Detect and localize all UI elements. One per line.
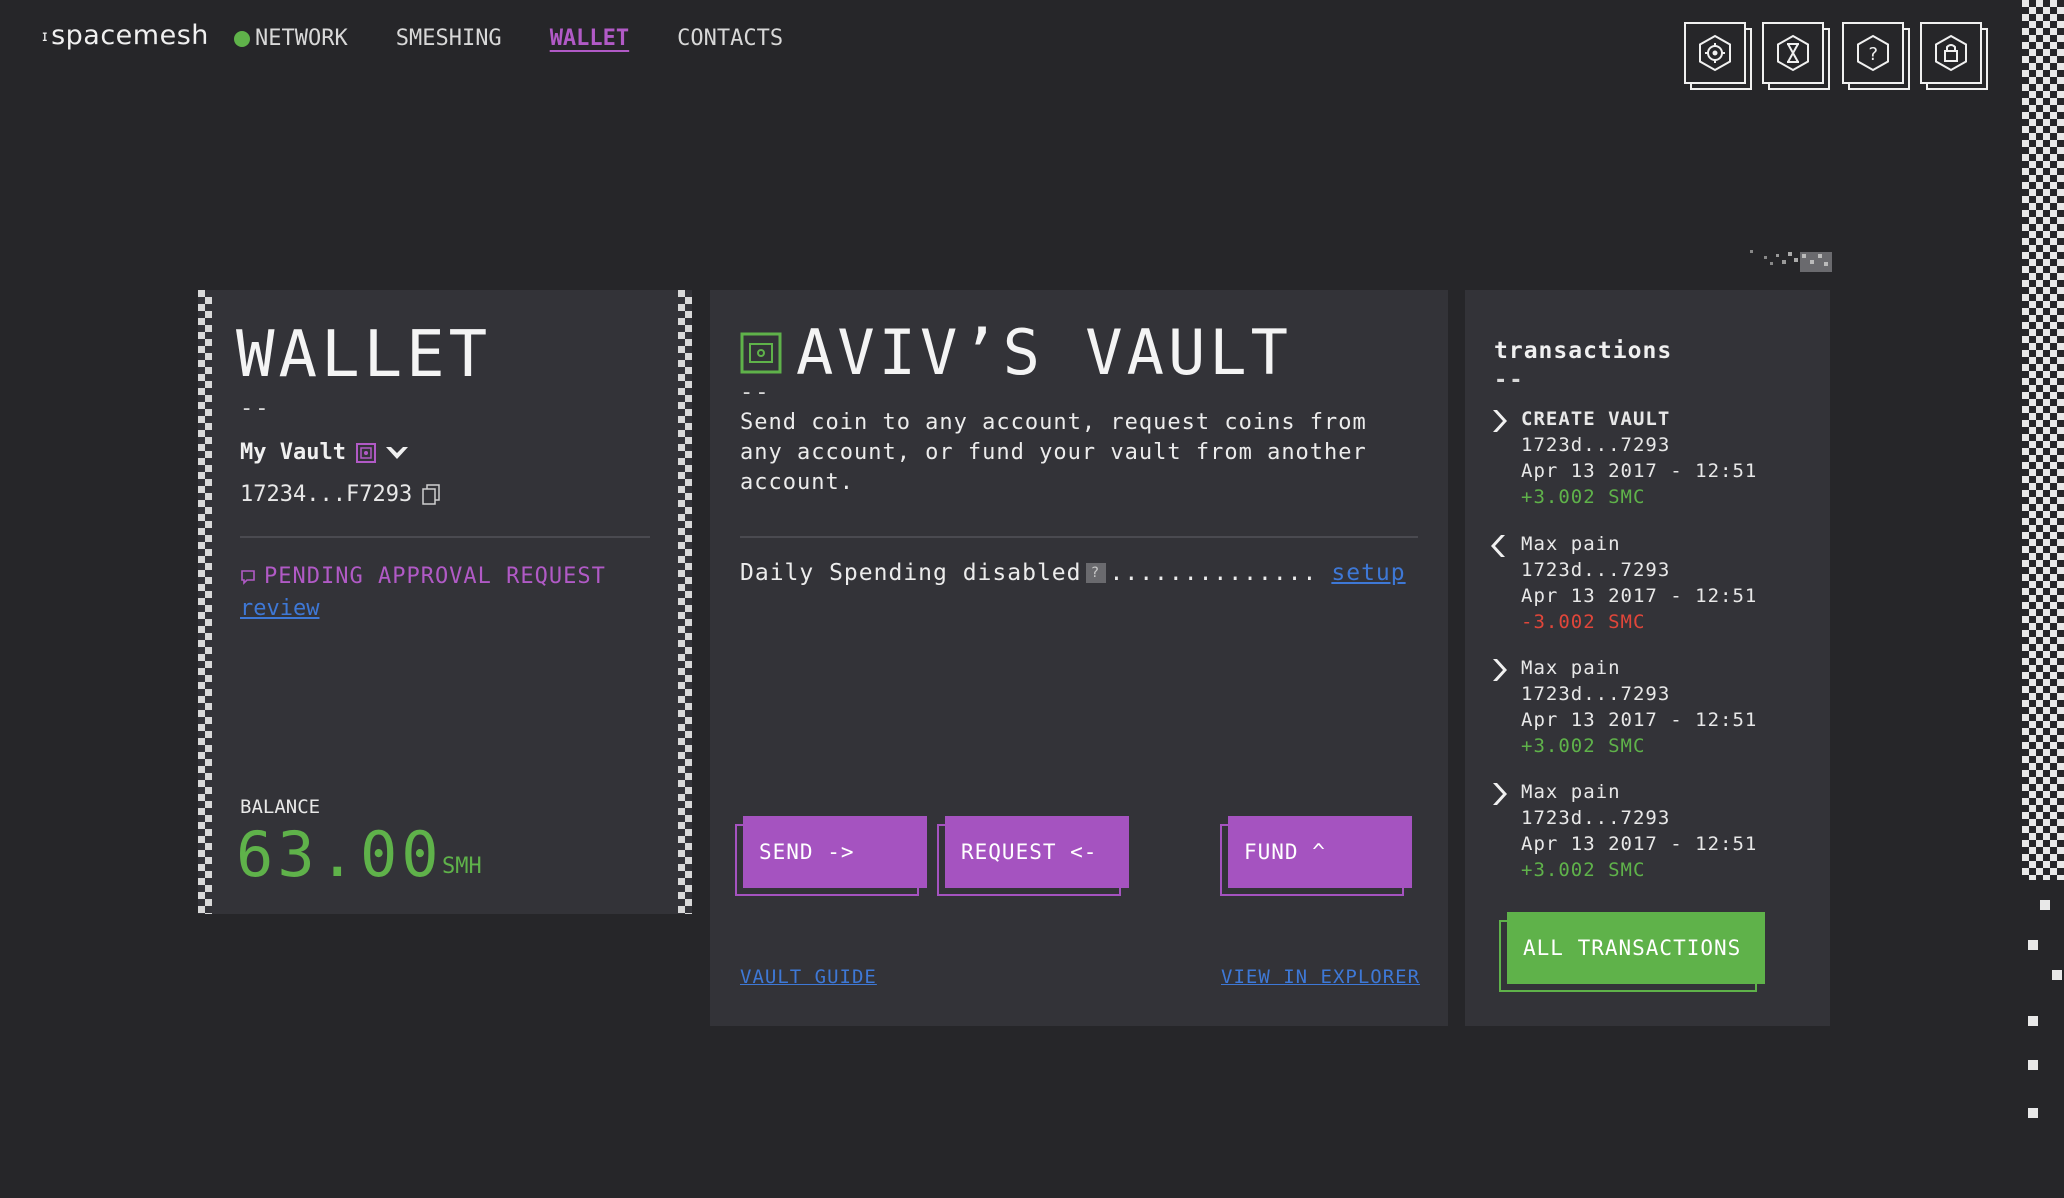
vault-title-text: AVIV’S VAULT bbox=[796, 316, 1292, 389]
main-nav: NETWORK SMESHING WALLET CONTACTS bbox=[234, 26, 831, 51]
vault-panel: AVIV’S VAULT -- Send coin to any account… bbox=[710, 290, 1448, 1026]
vault-title-dashes: -- bbox=[740, 380, 771, 405]
outgoing-arrow-icon bbox=[1493, 659, 1507, 681]
pending-text: PENDING APPROVAL REQUEST bbox=[264, 564, 606, 589]
help-icon: ? bbox=[1857, 34, 1889, 72]
hourglass-icon bbox=[1777, 34, 1809, 72]
wallet-divider bbox=[240, 536, 650, 538]
transactions-title-dashes: -- bbox=[1494, 368, 1525, 393]
lock-button[interactable] bbox=[1920, 22, 1982, 84]
nav-label-contacts: CONTACTS bbox=[677, 26, 784, 51]
checker-pattern-decoration bbox=[2022, 0, 2064, 1118]
vault-icon bbox=[740, 332, 782, 374]
daily-spending-dots: .............. bbox=[1109, 560, 1318, 586]
vault-description: Send coin to any account, request coins … bbox=[740, 410, 1367, 495]
nav-label-smeshing: SMESHING bbox=[395, 26, 502, 51]
right-checker-border bbox=[678, 290, 692, 914]
wallet-title: WALLET bbox=[236, 318, 492, 392]
transaction-date: Apr 13 2017 - 12:51 bbox=[1521, 460, 1758, 482]
nav-label-network: NETWORK bbox=[255, 26, 348, 51]
transaction-amount: +3.002 SMC bbox=[1521, 486, 1646, 508]
vault-guide-link[interactable]: VAULT GUIDE bbox=[740, 966, 877, 988]
info-icon[interactable]: ? bbox=[1085, 563, 1106, 583]
decorative-noise-icon bbox=[1750, 250, 1832, 272]
transactions-title: transactions bbox=[1494, 338, 1673, 364]
balance-label: BALANCE bbox=[240, 796, 321, 818]
transaction-name: Max pain bbox=[1521, 533, 1621, 555]
incoming-arrow-icon bbox=[1491, 535, 1505, 557]
account-address: 17234...F7293 bbox=[240, 482, 440, 507]
balance-value: 63.00 bbox=[236, 818, 443, 891]
all-transactions-button[interactable]: ALL TRANSACTIONS bbox=[1507, 912, 1765, 984]
nav-item-wallet[interactable]: WALLET bbox=[550, 26, 629, 51]
send-button[interactable]: SEND -> bbox=[743, 816, 927, 888]
transaction-address: 1723d...7293 bbox=[1521, 559, 1671, 581]
daily-spending-row: Daily Spending disabled ? ..............… bbox=[740, 560, 1406, 586]
settings-icon bbox=[1699, 34, 1731, 72]
transaction-date: Apr 13 2017 - 12:51 bbox=[1521, 585, 1758, 607]
setup-link[interactable]: setup bbox=[1331, 560, 1405, 586]
wallet-title-dashes: -- bbox=[240, 396, 271, 421]
transaction-amount: -3.002 SMC bbox=[1521, 611, 1646, 633]
account-name: My Vault bbox=[240, 440, 346, 465]
daily-spending-text: Daily Spending disabled bbox=[740, 560, 1082, 586]
address-text: 17234...F7293 bbox=[240, 482, 413, 507]
transaction-address: 1723d...7293 bbox=[1521, 807, 1671, 829]
message-icon bbox=[240, 569, 256, 585]
transaction-address: 1723d...7293 bbox=[1521, 434, 1671, 456]
transaction-name: Max pain bbox=[1521, 657, 1621, 679]
nav-item-smeshing[interactable]: SMESHING bbox=[396, 26, 502, 51]
transaction-date: Apr 13 2017 - 12:51 bbox=[1521, 833, 1758, 855]
wallet-panel: WALLET -- My Vault 17234...F7293 PENDING… bbox=[198, 290, 692, 914]
transaction-amount: +3.002 SMC bbox=[1521, 859, 1646, 881]
outgoing-arrow-icon bbox=[1493, 783, 1507, 805]
nav-label-wallet: WALLET bbox=[549, 26, 630, 51]
transaction-amount: +3.002 SMC bbox=[1521, 735, 1646, 757]
vault-icon bbox=[355, 442, 376, 463]
spacemesh-logo[interactable]: ɪ spacemesh bbox=[42, 20, 209, 51]
request-button[interactable]: REQUEST <- bbox=[945, 816, 1129, 888]
fund-button[interactable]: FUND ^ bbox=[1228, 816, 1412, 888]
logo-text: spacemesh bbox=[51, 20, 209, 51]
nav-item-contacts[interactable]: CONTACTS bbox=[677, 26, 783, 51]
balance-unit: SMH bbox=[442, 854, 482, 879]
lock-icon bbox=[1935, 34, 1967, 72]
account-selector[interactable]: My Vault bbox=[240, 440, 410, 465]
view-in-explorer-link[interactable]: VIEW IN EXPLORER bbox=[1221, 966, 1420, 988]
transactions-panel: transactions -- CREATE VAULT 1723d...729… bbox=[1465, 290, 1830, 1026]
transaction-name: CREATE VAULT bbox=[1521, 408, 1671, 430]
left-checker-border bbox=[198, 290, 212, 914]
app-root: ɪ spacemesh NETWORK SMESHING WALLET CONT… bbox=[0, 0, 2064, 1198]
hourglass-button[interactable] bbox=[1762, 22, 1824, 84]
transaction-date: Apr 13 2017 - 12:51 bbox=[1521, 709, 1758, 731]
network-status-icon bbox=[234, 30, 250, 47]
transaction-name: Max pain bbox=[1521, 781, 1621, 803]
logo-mark-icon: ɪ bbox=[42, 26, 49, 45]
svg-text:?: ? bbox=[1868, 44, 1879, 65]
pending-approval-notice: PENDING APPROVAL REQUEST bbox=[240, 564, 606, 589]
review-link[interactable]: review bbox=[240, 596, 319, 621]
chevron-down-icon[interactable] bbox=[384, 444, 410, 462]
nav-item-network[interactable]: NETWORK bbox=[234, 26, 348, 51]
help-button[interactable]: ? bbox=[1842, 22, 1904, 84]
outgoing-arrow-icon bbox=[1493, 410, 1507, 432]
vault-title: AVIV’S VAULT bbox=[740, 316, 1292, 389]
vault-divider bbox=[740, 536, 1418, 538]
transaction-address: 1723d...7293 bbox=[1521, 683, 1671, 705]
copy-icon[interactable] bbox=[422, 483, 440, 506]
settings-button[interactable] bbox=[1684, 22, 1746, 84]
